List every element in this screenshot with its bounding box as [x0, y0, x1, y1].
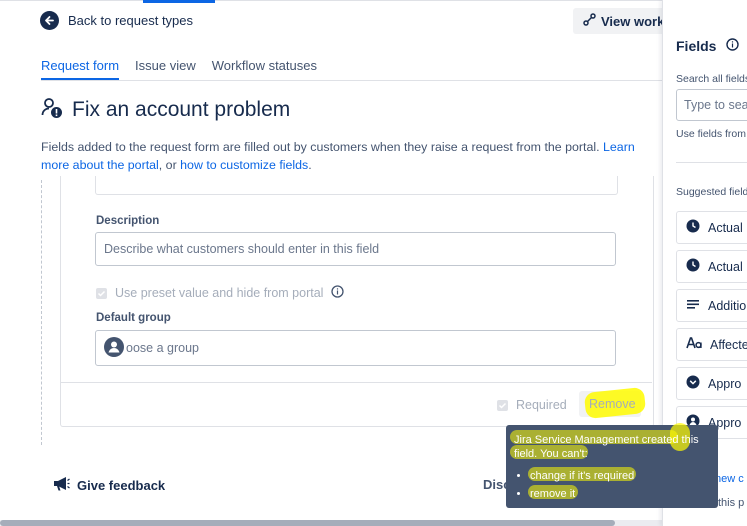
page-header: Fix an account problem	[41, 97, 290, 122]
give-feedback-label: Give feedback	[77, 477, 166, 493]
tab-request-form[interactable]: Request form	[41, 58, 120, 80]
use-fields-label: Use fields from	[676, 128, 747, 140]
create-new-field-link[interactable]: new c	[715, 473, 744, 485]
remove-label: Remove	[589, 397, 636, 411]
field-config-card	[60, 176, 654, 427]
back-label: Back to request types	[68, 13, 194, 28]
search-fields-input[interactable]: Type to sear	[676, 89, 747, 121]
fields-panel-header: Fields	[676, 38, 740, 54]
card-footer-divider	[60, 382, 652, 383]
group-user-icon	[104, 336, 124, 360]
desc-text: Fields added to the request form are fil…	[41, 140, 600, 154]
remove-button[interactable]: Remove	[579, 386, 647, 420]
tooltip-list: change if it's required remove it	[514, 467, 634, 503]
suggested-field-label: Affecte	[710, 337, 747, 352]
suggested-field-label: Actual	[708, 259, 743, 274]
user-alert-icon	[41, 97, 63, 122]
tooltip-item: remove it	[530, 485, 634, 503]
suggested-field-label: Appro	[708, 376, 742, 391]
suggested-field-item[interactable]: Actual	[676, 211, 747, 244]
preset-value-row: Use preset value and hide from portal	[96, 285, 345, 301]
top-accent-bar	[143, 0, 215, 3]
tab-bar: Request form Issue view Workflow statuse…	[41, 58, 317, 80]
page-description: Fields added to the request form are fil…	[41, 138, 662, 174]
tooltip-line-2: field. You can't:	[514, 448, 588, 460]
description-placeholder: Describe what customers should enter in …	[104, 242, 380, 256]
workflow-icon	[583, 13, 596, 29]
required-checkbox[interactable]	[497, 399, 508, 411]
top-border	[0, 0, 662, 1]
required-row: Required	[497, 398, 567, 412]
chevron-circle-icon	[686, 375, 700, 392]
horizontal-scrollbar-thumb[interactable]	[0, 520, 615, 526]
previous-field-input[interactable]	[95, 176, 618, 195]
lines-icon	[686, 297, 700, 314]
panel-footer-text: this p	[718, 497, 745, 509]
search-fields-placeholder: Type to sear	[684, 98, 747, 112]
search-fields-label: Search all fields	[676, 73, 747, 85]
tab-issue-view[interactable]: Issue view	[135, 58, 196, 80]
suggested-field-item[interactable]: Actual	[676, 250, 747, 283]
suggested-field-item[interactable]: Affecte	[676, 328, 747, 361]
description-label: Description	[96, 215, 160, 227]
preset-checkbox[interactable]	[96, 287, 107, 299]
default-group-select[interactable]: oose a group	[95, 330, 616, 366]
suggested-field-label: Actual	[708, 220, 743, 235]
fields-panel-title: Fields	[676, 38, 717, 54]
suggested-field-label: Additio	[708, 298, 747, 313]
desc-end: .	[308, 158, 312, 172]
tab-divider	[41, 80, 662, 81]
info-icon[interactable]	[331, 285, 345, 301]
default-group-label: Default group	[96, 312, 171, 324]
give-feedback-button[interactable]: Give feedback	[53, 476, 165, 494]
field-locked-tooltip: Jira Service Management created this fie…	[506, 423, 718, 508]
customize-fields-link[interactable]: how to customize fields	[180, 158, 308, 172]
tooltip-line-1: Jira Service Management created this	[514, 434, 699, 446]
panel-divider	[676, 162, 747, 163]
page-title: Fix an account problem	[72, 97, 291, 121]
desc-mid: , or	[158, 158, 177, 172]
suggested-fields-label: Suggested field	[676, 186, 747, 198]
clock-icon	[686, 258, 700, 275]
tab-workflow-statuses[interactable]: Workflow statuses	[212, 58, 317, 80]
suggested-field-item[interactable]: Appro	[676, 367, 747, 400]
preset-checkbox-label: Use preset value and hide from portal	[115, 286, 324, 300]
tooltip-item-text: change if it's required	[530, 470, 635, 482]
tooltip-text: Jira Service Management created this fie…	[514, 433, 709, 461]
arrow-left-icon	[40, 11, 59, 30]
tooltip-item: change if it's required	[530, 467, 634, 485]
required-label: Required	[516, 398, 567, 412]
megaphone-icon	[53, 476, 70, 494]
default-group-placeholder: oose a group	[126, 341, 199, 355]
text-icon	[686, 336, 702, 353]
description-field[interactable]: Describe what customers should enter in …	[95, 232, 616, 266]
info-icon[interactable]	[726, 38, 740, 54]
clock-icon	[686, 219, 700, 236]
tooltip-item-text: remove it	[530, 488, 576, 500]
back-to-request-types-link[interactable]: Back to request types	[40, 11, 193, 30]
drop-zone-guide	[41, 180, 42, 445]
suggested-field-item[interactable]: Additio	[676, 289, 747, 322]
